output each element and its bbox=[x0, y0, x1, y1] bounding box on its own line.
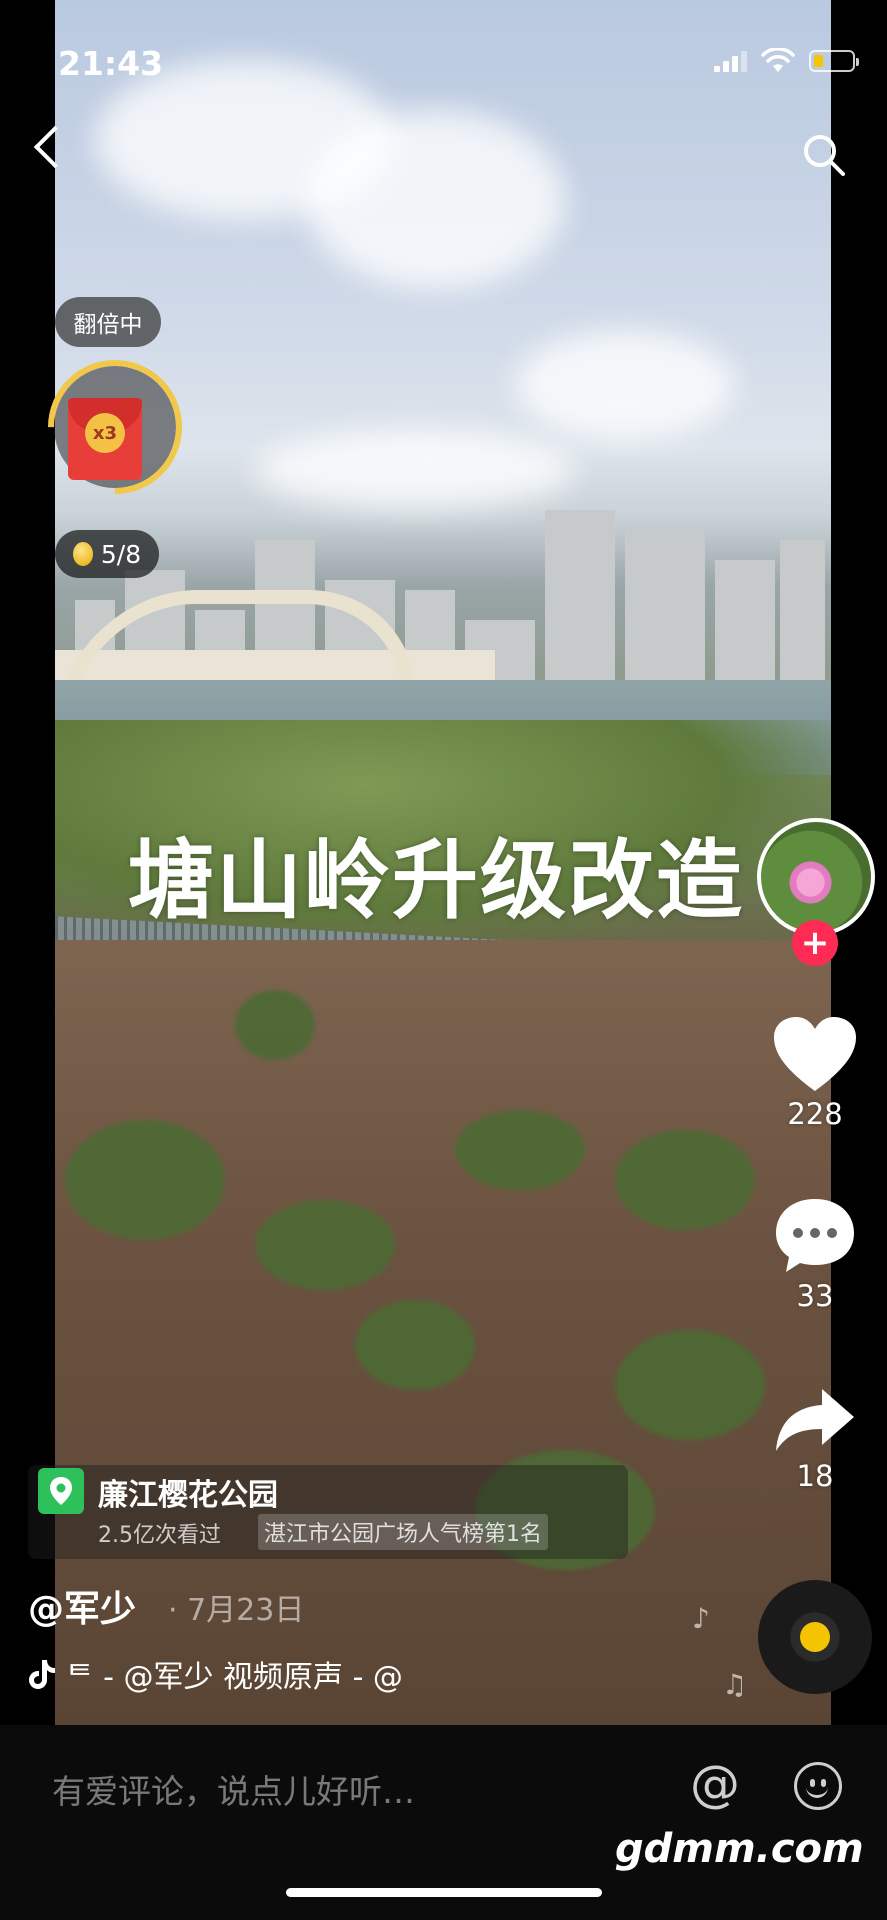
coin-progress[interactable]: 5/8 bbox=[55, 530, 159, 578]
share-arrow-icon bbox=[776, 1389, 854, 1451]
location-views: 2.5亿次看过 bbox=[98, 1523, 221, 1548]
comment-input[interactable]: 有爱评论，说点儿好听… bbox=[52, 1765, 415, 1813]
music-title: ᄐ - @军少 视频原声 - @ bbox=[66, 1660, 403, 1695]
bush bbox=[235, 990, 315, 1060]
music-disc-center bbox=[800, 1622, 830, 1652]
music-info[interactable]: ᄐ - @军少 视频原声 - @ bbox=[28, 1652, 403, 1696]
heart-icon bbox=[774, 1017, 856, 1091]
share-button[interactable]: 18 bbox=[760, 1385, 870, 1493]
video-overlay-title: 塘山岭升级改造 bbox=[128, 831, 744, 931]
battery-icon bbox=[809, 50, 859, 72]
music-note-icon: ♫ bbox=[722, 1668, 748, 1701]
comment-button[interactable]: 33 bbox=[760, 1195, 870, 1313]
like-count: 228 bbox=[787, 1097, 843, 1131]
location-pin-icon bbox=[38, 1468, 84, 1514]
comment-count: 33 bbox=[796, 1279, 834, 1313]
double-reward-badge[interactable]: 翻倍中 bbox=[55, 297, 161, 347]
mention-icon[interactable]: @ bbox=[690, 1755, 740, 1813]
gold-coin-icon bbox=[72, 542, 93, 566]
music-note-icon: ♪ bbox=[692, 1602, 710, 1635]
comment-bubble-icon bbox=[776, 1199, 854, 1272]
home-indicator[interactable] bbox=[286, 1888, 602, 1897]
like-button[interactable]: 228 bbox=[760, 1015, 870, 1131]
bush bbox=[455, 1110, 585, 1190]
author-avatar[interactable] bbox=[757, 818, 875, 936]
follow-button[interactable]: + bbox=[792, 920, 838, 966]
cloud bbox=[515, 330, 735, 440]
bush bbox=[615, 1130, 755, 1230]
bush bbox=[355, 1300, 475, 1390]
share-count: 18 bbox=[796, 1459, 834, 1493]
watermark: gdmm.com bbox=[615, 1826, 864, 1872]
coin-progress-text: 5/8 bbox=[100, 539, 142, 569]
status-icons bbox=[714, 48, 859, 74]
multiplier-label: x3 bbox=[85, 413, 125, 453]
post-date: · 7月23日 bbox=[168, 1593, 305, 1628]
location-name[interactable]: 廉江樱花公园 bbox=[98, 1470, 278, 1514]
status-time: 21:43 bbox=[58, 44, 164, 83]
bush bbox=[255, 1200, 395, 1290]
ranking-badge[interactable]: 湛江市公园广场人气榜第1名 bbox=[258, 1514, 548, 1550]
bush bbox=[65, 1120, 225, 1240]
search-icon[interactable] bbox=[801, 132, 847, 178]
wifi-icon bbox=[761, 48, 795, 72]
cellular-signal-icon bbox=[714, 50, 747, 72]
bush bbox=[615, 1330, 765, 1440]
cloud bbox=[305, 110, 565, 290]
author-name[interactable]: @军少 bbox=[28, 1580, 136, 1632]
tiktok-note-icon bbox=[29, 1660, 55, 1689]
